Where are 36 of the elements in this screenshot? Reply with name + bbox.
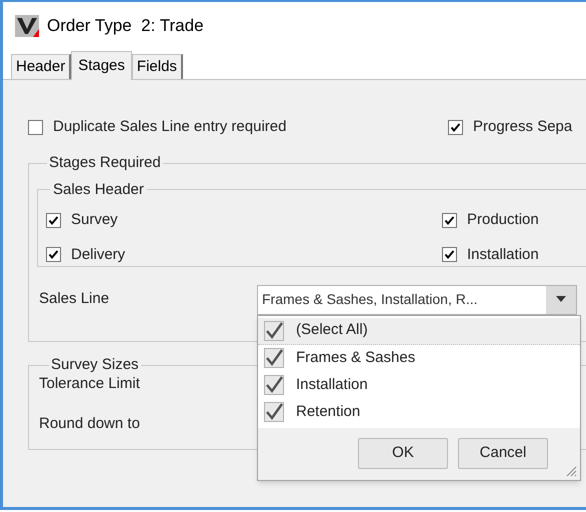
dialog-button[interactable]: Cancel [458, 438, 548, 469]
checkbox[interactable] [46, 212, 61, 228]
checkbox[interactable] [448, 120, 463, 134]
group-title: Sales Header [52, 180, 145, 200]
checkbox[interactable] [28, 120, 43, 134]
option-label: Progress Sepa [473, 116, 572, 137]
multi-select-dropdown[interactable]: Frames & Sashes, Installation, R... [257, 284, 577, 314]
dropdown-item[interactable]: Retention [258, 398, 580, 426]
group-title: Survey Sizes [50, 355, 140, 375]
tab[interactable]: Fields [132, 54, 183, 79]
checkbox[interactable] [264, 375, 284, 395]
tab[interactable]: Header [11, 54, 72, 79]
dialog-button[interactable]: OK [358, 438, 448, 469]
tab[interactable]: Stages [71, 51, 132, 80]
field-label: Tolerance Limit [39, 374, 140, 394]
dropdown-item[interactable]: (Select All) [258, 318, 580, 344]
dropdown-item[interactable]: Frames & Sashes [258, 344, 580, 372]
resize-grip-icon[interactable] [565, 464, 577, 476]
checkbox[interactable] [442, 212, 457, 228]
app-logo-icon [15, 15, 39, 37]
checkbox[interactable] [46, 247, 61, 262]
stage-label: Survey [71, 210, 118, 230]
group-title: Stages Required [48, 153, 162, 173]
dropdown-item[interactable]: Installation [258, 372, 580, 398]
checkbox[interactable] [442, 247, 457, 262]
stage-label: Production [467, 210, 539, 230]
stage-label: Installation [467, 244, 539, 264]
dropdown-value: Frames & Sashes, Installation, R... [262, 290, 479, 309]
field-label: Round down to [39, 414, 140, 434]
window-title: Order Type 2: Trade [47, 15, 204, 38]
checkbox[interactable] [264, 348, 284, 368]
stage-label: Delivery [71, 244, 126, 264]
field-label: Sales Line [38, 289, 110, 310]
option-label: Duplicate Sales Line entry required [53, 116, 286, 137]
checkbox[interactable] [264, 402, 284, 422]
checkbox[interactable] [264, 320, 284, 340]
